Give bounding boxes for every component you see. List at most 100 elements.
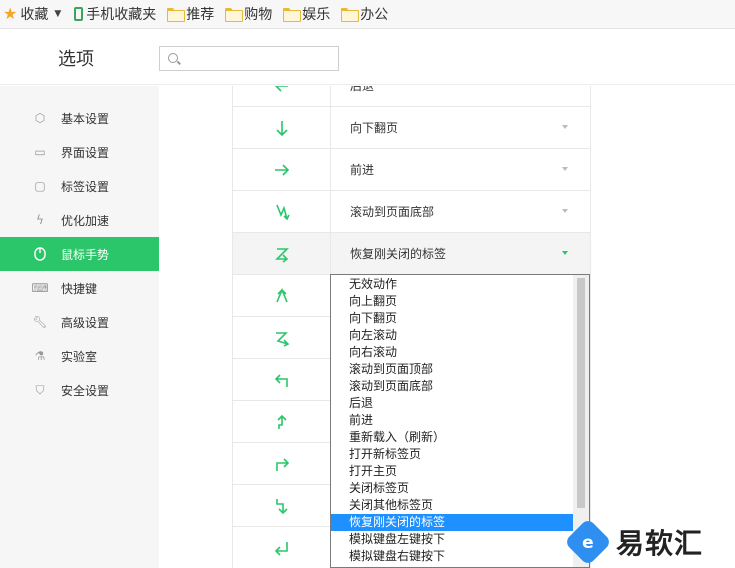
up-gesture-icon xyxy=(233,401,331,442)
down-then-right-gesture-icon xyxy=(233,485,331,526)
down-arrow-gesture-icon xyxy=(233,107,331,148)
gesture-action-select[interactable]: 恢复刚关闭的标签 xyxy=(350,233,446,274)
dropdown-option[interactable]: 后退 xyxy=(331,395,574,412)
bookmark-favorites[interactable]: ★ 收藏 ▼ xyxy=(3,0,63,29)
down-right-gesture-icon xyxy=(233,317,331,358)
left-arrow-gesture-icon xyxy=(233,86,331,106)
chevron-down-icon[interactable] xyxy=(562,209,568,213)
sidebar-item-label: 界面设置 xyxy=(61,145,110,160)
sidebar-item-label: 高级设置 xyxy=(61,315,110,330)
dropdown-option[interactable]: 向右滚动 xyxy=(331,344,574,361)
sidebar: ⬡ 基本设置 ▭ 界面设置 ▢ 标签设置 ϟ 优化加速 鼠标手势 ⌨ 快捷键 🔧… xyxy=(0,86,159,568)
gesture-row[interactable]: 前进 xyxy=(232,148,591,191)
gesture-row-active[interactable]: 恢复刚关闭的标签 xyxy=(232,232,591,275)
dropdown-option[interactable]: 打开主页 xyxy=(331,463,574,480)
bookmark-label: 手机收藏夹 xyxy=(86,7,157,23)
sidebar-item-interface[interactable]: ▭ 界面设置 xyxy=(0,135,159,169)
bookmark-label: 购物 xyxy=(244,7,273,23)
window-icon: ▭ xyxy=(34,145,46,159)
dropdown-option[interactable]: 关闭其他标签页 xyxy=(331,497,574,514)
dropdown-option[interactable]: 打开新标签页 xyxy=(331,446,574,463)
dropdown-option[interactable]: 向左滚动 xyxy=(331,327,574,344)
watermark-logo-icon: e xyxy=(563,517,613,566)
search-input[interactable] xyxy=(184,49,334,68)
sidebar-item-lab[interactable]: ⚗ 实验室 xyxy=(0,339,159,373)
bookmark-label: 娱乐 xyxy=(302,7,331,23)
gesture-action-select[interactable]: 向下翻页 xyxy=(350,107,398,148)
dropdown-option[interactable]: 无效动作 xyxy=(331,276,574,293)
sidebar-item-security[interactable]: ⛉ 安全设置 xyxy=(0,373,159,407)
gesture-action-select[interactable]: 滚动到页面底部 xyxy=(350,191,434,232)
tab-icon: ▢ xyxy=(34,179,46,193)
bookmark-label: 办公 xyxy=(360,7,389,23)
dropdown-option[interactable]: 前进 xyxy=(331,412,574,429)
search-box[interactable] xyxy=(159,46,339,71)
keyboard-icon: ⌨ xyxy=(31,281,49,295)
sidebar-item-basic[interactable]: ⬡ 基本设置 xyxy=(0,101,159,135)
sidebar-item-advanced[interactable]: 🔧︎ 高级设置 xyxy=(0,305,159,339)
scrollbar-thumb[interactable] xyxy=(577,278,585,508)
folder-icon xyxy=(341,8,360,22)
options-header: 选项 xyxy=(0,30,735,85)
gesture-row[interactable]: 后退 xyxy=(232,86,591,107)
phone-icon xyxy=(74,7,84,21)
sidebar-item-label: 鼠标手势 xyxy=(61,247,110,262)
bookmark-folder-office[interactable]: 办公 xyxy=(341,0,388,29)
down-then-left-gesture-icon xyxy=(233,527,331,568)
gesture-settings-panel: 后退 向下翻页 前进 滚动到页面底部 恢复刚关闭的标签 无效动作 向上翻页 向下… xyxy=(159,86,735,568)
dropdown-option[interactable]: 滚动到页面底部 xyxy=(331,378,574,395)
bookmark-folder-recommend[interactable]: 推荐 xyxy=(167,0,214,29)
up-left-gesture-icon xyxy=(233,359,331,400)
down-up-down-gesture-icon xyxy=(233,191,331,232)
mouse-icon xyxy=(33,247,47,261)
sidebar-item-shortcuts[interactable]: ⌨ 快捷键 xyxy=(0,271,159,305)
dropdown-option[interactable]: 模拟键盘左键按下 xyxy=(331,531,574,548)
bookmark-folder-entertainment[interactable]: 娱乐 xyxy=(283,0,330,29)
dropdown-option[interactable]: 重新载入（刷新） xyxy=(331,429,574,446)
dropdown-option[interactable]: 向下翻页 xyxy=(331,310,574,327)
chevron-down-icon[interactable] xyxy=(562,125,568,129)
sidebar-item-label: 安全设置 xyxy=(61,383,110,398)
dropdown-option-selected[interactable]: 恢复刚关闭的标签 xyxy=(331,514,574,531)
page-title: 选项 xyxy=(58,49,94,70)
dropdown-option[interactable]: 向上翻页 xyxy=(331,293,574,310)
dropdown-option[interactable]: 关闭标签页 xyxy=(331,480,574,497)
bookmark-label: 推荐 xyxy=(186,7,215,23)
bookmark-folder-shopping[interactable]: 购物 xyxy=(225,0,272,29)
sidebar-item-label: 实验室 xyxy=(61,349,98,364)
action-dropdown-list[interactable]: 无效动作 向上翻页 向下翻页 向左滚动 向右滚动 滚动到页面顶部 滚动到页面底部… xyxy=(330,274,590,568)
gesture-action-select[interactable]: 前进 xyxy=(350,149,374,190)
gesture-action-select[interactable]: 后退 xyxy=(350,86,374,106)
chevron-down-icon[interactable]: ▼ xyxy=(54,9,61,19)
sidebar-item-label: 优化加速 xyxy=(61,213,110,228)
shield-icon: ⛉ xyxy=(35,382,45,397)
search-icon xyxy=(168,53,178,63)
folder-icon xyxy=(283,8,302,22)
flask-icon: ⚗ xyxy=(34,349,46,363)
star-icon: ★ xyxy=(3,4,18,23)
hexagon-icon: ⬡ xyxy=(34,111,46,125)
chevron-down-icon[interactable] xyxy=(562,167,568,171)
up-then-right-gesture-icon xyxy=(233,443,331,484)
bookmark-label: 收藏 xyxy=(20,7,49,23)
watermark: e 易软汇 xyxy=(563,515,735,568)
folder-icon xyxy=(167,8,186,22)
sidebar-item-mouse-gestures[interactable]: 鼠标手势 xyxy=(0,237,159,271)
wrench-icon: 🔧︎ xyxy=(32,315,48,329)
dropdown-option[interactable]: 模拟键盘右键按下 xyxy=(331,548,574,565)
right-arrow-gesture-icon xyxy=(233,149,331,190)
sidebar-item-optimize[interactable]: ϟ 优化加速 xyxy=(0,203,159,237)
chevron-down-icon[interactable] xyxy=(562,251,568,255)
sidebar-item-label: 快捷键 xyxy=(61,281,98,296)
folder-icon xyxy=(225,8,244,22)
bookmark-mobile[interactable]: 手机收藏夹 xyxy=(74,0,156,29)
lightning-icon: ϟ xyxy=(36,213,44,227)
sidebar-item-label: 标签设置 xyxy=(61,179,110,194)
z-gesture-icon xyxy=(233,233,331,274)
sidebar-item-label: 基本设置 xyxy=(61,111,110,126)
sidebar-item-tabs[interactable]: ▢ 标签设置 xyxy=(0,169,159,203)
bookmarks-bar: ★ 收藏 ▼ 手机收藏夹 推荐 购物 娱乐 办公 xyxy=(0,0,735,29)
gesture-row[interactable]: 向下翻页 xyxy=(232,106,591,149)
dropdown-option[interactable]: 滚动到页面顶部 xyxy=(331,361,574,378)
gesture-row[interactable]: 滚动到页面底部 xyxy=(232,190,591,233)
